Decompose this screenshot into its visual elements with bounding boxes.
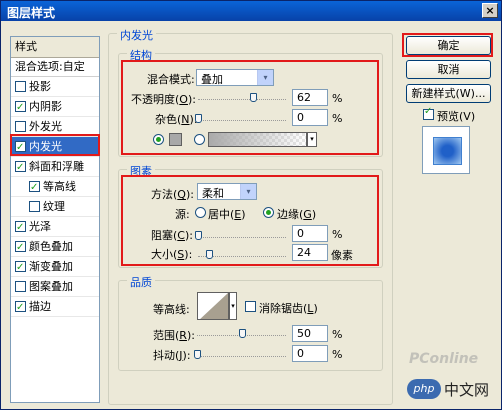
- style-item-texture[interactable]: 纹理: [11, 197, 99, 217]
- new-style-button[interactable]: 新建样式(W)...: [406, 84, 491, 103]
- noise-input[interactable]: 0: [292, 109, 328, 126]
- jitter-slider-thumb[interactable]: [194, 350, 201, 359]
- ok-button[interactable]: 确定: [406, 36, 491, 55]
- blend-mode-select[interactable]: 叠加 ▾: [196, 69, 274, 86]
- structure-title: 结构: [127, 47, 155, 63]
- style-item-inner-glow[interactable]: 内发光: [11, 137, 99, 157]
- source-center-label: 居中(E): [208, 208, 246, 221]
- window-title: 图层样式: [7, 6, 56, 20]
- style-item-drop-shadow[interactable]: 投影: [11, 77, 99, 97]
- cancel-button[interactable]: 取消: [406, 60, 491, 79]
- size-label: 大小(S):: [151, 248, 193, 261]
- gradient-radio[interactable]: [194, 134, 205, 145]
- noise-label: 杂色(N):: [155, 113, 198, 126]
- choke-slider-thumb[interactable]: [195, 231, 202, 240]
- choke-slider[interactable]: [195, 231, 286, 240]
- opacity-input[interactable]: 62: [292, 89, 328, 106]
- gradient-dropdown-arrow[interactable]: ▾: [307, 132, 317, 147]
- panel-title: 内发光: [117, 27, 156, 43]
- checkbox-stroke[interactable]: [15, 298, 26, 317]
- checkbox-contour[interactable]: [29, 178, 40, 197]
- source-edge-label: 边缘(G): [277, 208, 317, 221]
- pconline-watermark: PConline: [409, 351, 479, 367]
- technique-select[interactable]: 柔和 ▾: [197, 183, 257, 200]
- size-input[interactable]: 24: [292, 244, 328, 261]
- contour-label: 等高线:: [153, 303, 190, 316]
- choke-label: 阻塞(C):: [151, 229, 193, 242]
- checkbox-color-overlay[interactable]: [15, 238, 26, 257]
- blend-mode-value: 叠加: [201, 73, 223, 86]
- title-bar[interactable]: 图层样式 ×: [1, 1, 501, 21]
- noise-percent: %: [332, 112, 343, 125]
- style-item-satin[interactable]: 光泽: [11, 217, 99, 237]
- style-item-gradient-overlay[interactable]: 渐变叠加: [11, 257, 99, 277]
- style-preview-thumbnail: [422, 126, 470, 174]
- jitter-slider[interactable]: [194, 350, 286, 359]
- style-item-contour[interactable]: 等高线: [11, 177, 99, 197]
- layer-style-dialog: 图层样式 × 样式 混合选项:自定 投影 内阴影 外发光 内发光 斜面和浮雕 等…: [0, 0, 502, 410]
- glow-color-swatch[interactable]: [169, 133, 182, 146]
- range-percent: %: [332, 328, 343, 341]
- antialias-label: 消除锯齿(L): [259, 302, 318, 315]
- checkbox-outer-glow[interactable]: [15, 120, 26, 132]
- noise-slider[interactable]: [195, 114, 286, 123]
- range-slider-thumb[interactable]: [238, 329, 246, 338]
- checkbox-pattern-overlay[interactable]: [15, 280, 26, 292]
- blend-mode-label: 混合模式:: [147, 73, 195, 86]
- chevron-down-icon: ▾: [257, 70, 273, 85]
- range-slider[interactable]: [197, 329, 286, 338]
- choke-input[interactable]: 0: [292, 225, 328, 242]
- checkbox-texture[interactable]: [29, 200, 40, 212]
- opacity-slider-thumb[interactable]: [249, 93, 257, 102]
- style-item-color-overlay[interactable]: 颜色叠加: [11, 237, 99, 257]
- choke-percent: %: [332, 228, 343, 241]
- cn-logo-text: 中文网: [444, 381, 490, 399]
- contour-curve-icon: [200, 293, 228, 319]
- noise-slider-thumb[interactable]: [195, 114, 202, 123]
- php-logo: php: [407, 379, 441, 399]
- size-slider[interactable]: [198, 250, 286, 259]
- opacity-percent: %: [332, 92, 343, 105]
- checkbox-inner-shadow[interactable]: [15, 98, 26, 117]
- checkbox-inner-glow[interactable]: [15, 138, 26, 157]
- blending-options-item[interactable]: 混合选项:自定: [11, 58, 99, 77]
- technique-label: 方法(Q):: [151, 188, 194, 201]
- color-radio[interactable]: [153, 134, 164, 145]
- jitter-input[interactable]: 0: [292, 345, 328, 362]
- source-label: 源:: [175, 208, 190, 221]
- preview-label: 预览(V): [437, 110, 476, 123]
- jitter-label: 抖动(J):: [153, 349, 191, 362]
- checkbox-satin[interactable]: [15, 218, 26, 237]
- style-list-header[interactable]: 样式: [11, 37, 99, 58]
- contour-dropdown-arrow[interactable]: ▾: [229, 292, 237, 320]
- style-item-stroke[interactable]: 描边: [11, 297, 99, 317]
- style-item-pattern-overlay[interactable]: 图案叠加: [11, 277, 99, 297]
- source-edge-radio[interactable]: [263, 207, 274, 218]
- preview-checkbox[interactable]: [423, 106, 434, 120]
- chevron-down-icon: ▾: [240, 184, 256, 199]
- size-slider-thumb[interactable]: [205, 250, 213, 259]
- preview-swatch: [433, 137, 462, 165]
- style-item-inner-shadow[interactable]: 内阴影: [11, 97, 99, 117]
- quality-title: 品质: [127, 274, 155, 290]
- opacity-label: 不透明度(O):: [131, 93, 196, 106]
- close-button[interactable]: ×: [482, 3, 498, 18]
- checkbox-drop-shadow[interactable]: [15, 80, 26, 92]
- jitter-percent: %: [332, 348, 343, 361]
- checkbox-gradient-overlay[interactable]: [15, 258, 26, 277]
- style-item-outer-glow[interactable]: 外发光: [11, 117, 99, 137]
- contour-picker[interactable]: [197, 292, 229, 320]
- glow-gradient-picker[interactable]: [208, 132, 307, 147]
- technique-value: 柔和: [202, 187, 224, 200]
- source-center-radio[interactable]: [195, 207, 206, 218]
- elements-title: 图素: [127, 163, 155, 179]
- size-unit: 像素: [331, 249, 353, 262]
- checkbox-bevel-emboss[interactable]: [15, 158, 26, 177]
- opacity-slider[interactable]: [198, 93, 286, 102]
- range-label: 范围(R):: [153, 329, 195, 342]
- style-item-bevel-emboss[interactable]: 斜面和浮雕: [11, 157, 99, 177]
- antialias-checkbox[interactable]: [245, 301, 256, 312]
- range-input[interactable]: 50: [292, 325, 328, 342]
- style-list: 样式 混合选项:自定 投影 内阴影 外发光 内发光 斜面和浮雕 等高线 纹理 光…: [10, 36, 100, 403]
